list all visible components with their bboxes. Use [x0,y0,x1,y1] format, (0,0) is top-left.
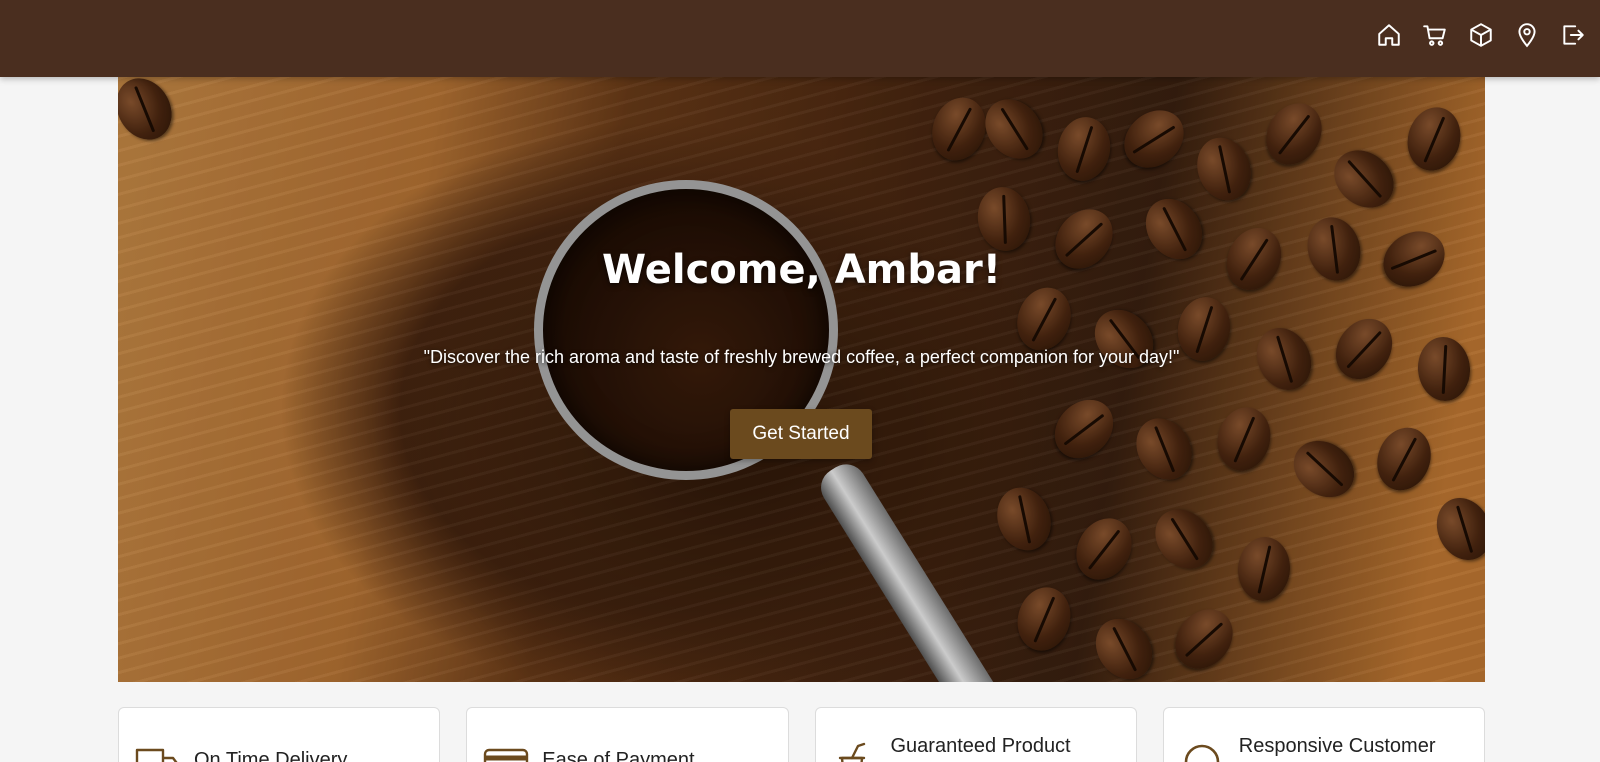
hero-title: Welcome, Ambar! [602,247,1001,293]
top-navbar [0,0,1600,77]
cart-icon[interactable] [1422,22,1448,48]
box-icon[interactable] [1468,22,1494,48]
feature-card-payment: Ease of Payment [466,707,789,762]
feature-title: Guaranteed Product Quality [890,735,1071,757]
cup-icon [832,742,878,762]
feature-title: Ease of Payment [542,749,695,762]
nav-icon-group [1376,22,1586,48]
hero-banner: Welcome, Ambar! "Discover the rich aroma… [118,77,1485,682]
feature-card-quality: Guaranteed Product Quality [814,707,1137,762]
features-row: On Time Delivery Ease of Payment Guarant… [118,707,1485,762]
truck-icon [135,742,181,762]
logout-icon[interactable] [1560,22,1586,48]
feature-card-support: Responsive Customer Service [1162,707,1485,762]
home-icon[interactable] [1376,22,1402,48]
credit-card-icon [483,742,529,762]
headset-icon [1180,742,1226,762]
feature-title: Responsive Customer Service [1238,735,1436,757]
location-icon[interactable] [1514,22,1540,48]
hero-content: Welcome, Ambar! "Discover the rich aroma… [118,77,1485,682]
get-started-button[interactable]: Get Started [730,409,872,459]
feature-card-delivery: On Time Delivery [118,707,441,762]
hero-subtitle: "Discover the rich aroma and taste of fr… [423,347,1180,367]
feature-title: On Time Delivery [194,749,348,762]
